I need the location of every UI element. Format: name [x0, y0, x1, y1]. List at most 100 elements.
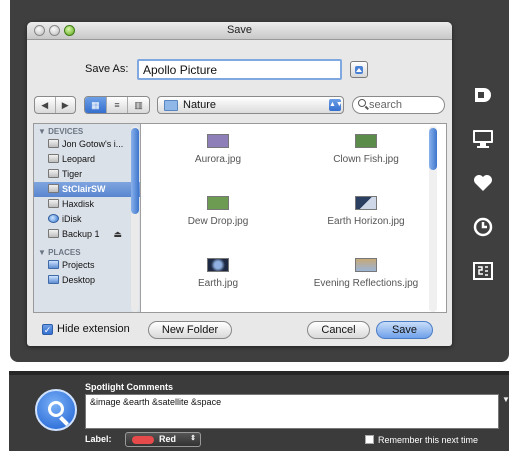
- sidebar-item-label: StClairSW: [62, 184, 106, 194]
- sidebar-item-leopard[interactable]: Leopard: [34, 152, 140, 167]
- image-thumbnail: [355, 196, 377, 210]
- sidebar-item-label: Leopard: [62, 154, 96, 164]
- file-name: Evening Reflections.jpg: [313, 278, 419, 289]
- desktop-folder-icon: [48, 275, 59, 284]
- sidebar-item-label: Projects: [62, 260, 95, 270]
- back-forward-control[interactable]: ◀ ▶: [34, 96, 76, 114]
- sidebar-item-jon-gotow[interactable]: Jon Gotow's i...: [34, 137, 140, 152]
- sidebar-item-stclairsw[interactable]: StClairSW: [34, 182, 140, 197]
- label-popup[interactable]: Red ⇕: [125, 432, 201, 447]
- expand-dialog-button[interactable]: [350, 61, 368, 78]
- forward-icon[interactable]: ▶: [56, 97, 76, 113]
- file-grid: Aurora.jpg Clown Fish.jpg Dew Drop.jpg E…: [142, 124, 438, 312]
- file-item[interactable]: Evening Reflections.jpg: [296, 250, 436, 312]
- hide-extension-checkbox[interactable]: ✓: [42, 324, 53, 335]
- recent-items-clock-icon[interactable]: [472, 216, 494, 238]
- remember-checkbox[interactable]: [365, 435, 374, 444]
- file-item[interactable]: Dew Drop.jpg: [148, 188, 288, 250]
- favorites-heart-icon[interactable]: [472, 172, 494, 194]
- folder-icon: [48, 260, 59, 269]
- folder-icon: [164, 100, 178, 111]
- computer-icon: [48, 139, 59, 148]
- file-name: Earth Horizon.jpg: [327, 216, 405, 227]
- collapse-arrow-icon[interactable]: ▼: [502, 395, 509, 404]
- sidebar-item-label: Haxdisk: [62, 199, 95, 209]
- file-item[interactable]: Earth.jpg: [148, 250, 288, 312]
- disk-icon: [48, 184, 59, 193]
- sidebar: ▼ DEVICES Jon Gotow's i... Leopard Tiger…: [34, 124, 141, 312]
- sidebar-item-label: Jon Gotow's i...: [62, 139, 124, 149]
- save-as-label: Save As:: [85, 63, 129, 75]
- search-icon: [358, 99, 366, 107]
- search-field[interactable]: search: [352, 96, 445, 114]
- column-view-icon[interactable]: ▥: [128, 97, 149, 113]
- spotlight-comments-field[interactable]: &image &earth &satellite &space: [85, 394, 499, 429]
- window-title: Save: [226, 24, 253, 36]
- icon-view-icon[interactable]: ▦: [85, 97, 107, 113]
- back-icon[interactable]: ◀: [35, 97, 56, 113]
- finder-windows-icon[interactable]: [472, 260, 494, 282]
- file-grid-scroll-thumb[interactable]: [429, 128, 437, 170]
- new-folder-button[interactable]: New Folder: [148, 321, 232, 339]
- popup-arrows-icon: ▲▼: [329, 99, 343, 111]
- spotlight-icon: [35, 389, 77, 431]
- sidebar-item-idisk[interactable]: iDisk: [34, 212, 140, 227]
- external-disk-icon: [48, 229, 59, 238]
- file-name: Earth.jpg: [197, 278, 239, 289]
- sidebar-header-devices: ▼ DEVICES: [38, 127, 84, 136]
- file-name: Aurora.jpg: [194, 154, 242, 165]
- remember-label: Remember this next time: [378, 435, 479, 445]
- location-label: Nature: [183, 99, 217, 111]
- disclosure-icon: [355, 66, 363, 74]
- location-popup[interactable]: Nature ▲▼: [157, 96, 344, 114]
- image-thumbnail: [207, 258, 229, 272]
- file-item[interactable]: Earth Horizon.jpg: [296, 188, 436, 250]
- default-folder-toolbar: [472, 84, 496, 304]
- sidebar-item-label: Desktop: [62, 275, 96, 285]
- cancel-button[interactable]: Cancel: [307, 321, 370, 339]
- sidebar-scrollbar[interactable]: [131, 126, 139, 312]
- sidebar-scroll-thumb[interactable]: [131, 128, 139, 214]
- sidebar-item-desktop[interactable]: Desktop: [34, 273, 140, 288]
- red-label-swatch: [132, 436, 154, 444]
- list-view-icon[interactable]: ≡: [107, 97, 129, 113]
- spotlight-comments-panel: Spotlight Comments &image &earth &satell…: [9, 371, 509, 451]
- label-value: Red: [159, 434, 177, 444]
- disk-icon: [48, 169, 59, 178]
- spotlight-title: Spotlight Comments: [85, 382, 173, 392]
- idisk-icon: [48, 214, 59, 223]
- save-as-input[interactable]: [137, 59, 342, 80]
- popup-arrows-icon: ⇕: [190, 435, 196, 442]
- image-thumbnail: [355, 134, 377, 148]
- sidebar-item-label: Tiger: [62, 169, 83, 179]
- remember-checkbox-row[interactable]: Remember this next time: [365, 435, 478, 445]
- image-thumbnail: [207, 134, 229, 148]
- disk-icon: [48, 199, 59, 208]
- sidebar-item-label: iDisk: [62, 214, 82, 224]
- save-button[interactable]: Save: [376, 321, 433, 339]
- computer-icon[interactable]: [472, 128, 494, 150]
- file-browser: ▼ DEVICES Jon Gotow's i... Leopard Tiger…: [33, 123, 447, 313]
- file-item[interactable]: Aurora.jpg: [148, 126, 288, 188]
- file-name: Clown Fish.jpg: [333, 154, 399, 165]
- recent-folders-icon[interactable]: [472, 84, 494, 106]
- file-item[interactable]: Clown Fish.jpg: [296, 126, 436, 188]
- file-grid-scrollbar[interactable]: [429, 126, 437, 312]
- sidebar-item-label: Backup 1: [62, 229, 100, 239]
- image-thumbnail: [355, 258, 377, 272]
- sidebar-item-projects[interactable]: Projects: [34, 258, 140, 273]
- title-bar: Save: [27, 22, 452, 40]
- sidebar-item-haxdisk[interactable]: Haxdisk: [34, 197, 140, 212]
- file-name: Dew Drop.jpg: [187, 216, 249, 227]
- image-thumbnail: [207, 196, 229, 210]
- sidebar-header-places: ▼ PLACES: [38, 248, 81, 257]
- hide-extension-label: Hide extension: [57, 323, 130, 335]
- save-dialog: Save Save As: ◀ ▶ ▦ ≡ ▥ Nature ▲▼ search…: [27, 22, 452, 346]
- disk-icon: [48, 154, 59, 163]
- eject-icon[interactable]: ⏏: [113, 227, 122, 242]
- view-mode-control[interactable]: ▦ ≡ ▥: [84, 96, 150, 114]
- sidebar-item-tiger[interactable]: Tiger: [34, 167, 140, 182]
- sidebar-item-backup-1[interactable]: Backup 1 ⏏: [34, 227, 140, 242]
- search-placeholder: search: [369, 99, 403, 111]
- label-caption: Label:: [85, 434, 112, 444]
